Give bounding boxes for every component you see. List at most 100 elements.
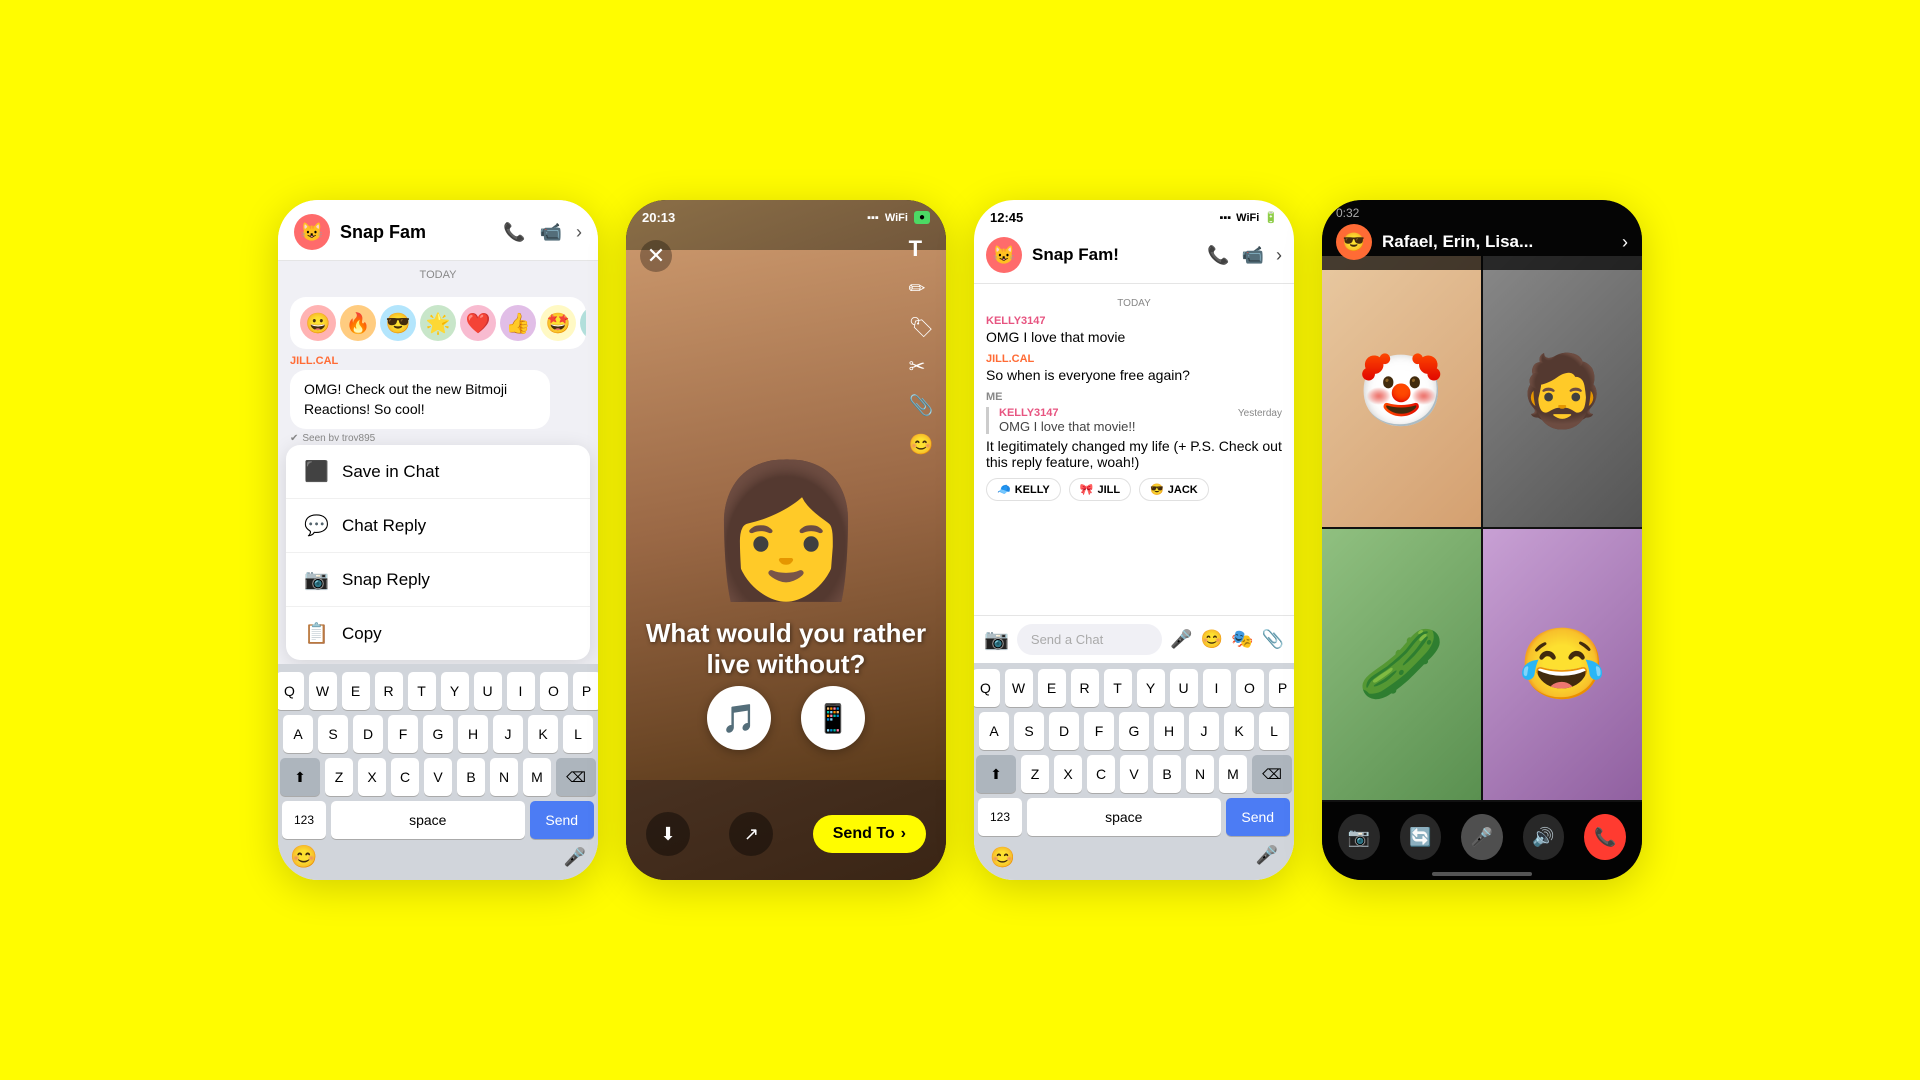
emoji-icon[interactable]: 😊: [290, 844, 317, 870]
mic-icon[interactable]: 🎤: [564, 847, 586, 868]
p3-mic-kbd-icon[interactable]: 🎤: [1256, 845, 1278, 870]
key-v[interactable]: V: [424, 758, 452, 796]
share-button[interactable]: ↗: [729, 812, 773, 856]
p3-key-u[interactable]: U: [1170, 669, 1198, 707]
key-y[interactable]: Y: [441, 672, 469, 710]
key-u[interactable]: U: [474, 672, 502, 710]
key-h[interactable]: H: [458, 715, 488, 753]
download-button[interactable]: ⬇: [646, 812, 690, 856]
p3-key-i[interactable]: I: [1203, 669, 1231, 707]
video-off-button[interactable]: 📷: [1338, 814, 1380, 860]
key-b[interactable]: B: [457, 758, 485, 796]
p3-video-icon[interactable]: 📹: [1242, 245, 1264, 266]
text-tool[interactable]: T: [909, 236, 934, 262]
p3-more-icon[interactable]: ›: [1276, 245, 1282, 266]
key-t[interactable]: T: [408, 672, 436, 710]
p3-key-b[interactable]: B: [1153, 755, 1181, 793]
reaction-jill[interactable]: 🎀 JILL: [1069, 478, 1131, 501]
key-q[interactable]: Q: [278, 672, 304, 710]
p3-key-send[interactable]: Send: [1226, 798, 1291, 836]
choice-phone[interactable]: 📱: [801, 686, 865, 750]
p3-key-z[interactable]: Z: [1021, 755, 1049, 793]
p3-key-g[interactable]: G: [1119, 712, 1149, 750]
p3-mic-icon[interactable]: 🎤: [1170, 629, 1192, 650]
p3-key-c[interactable]: C: [1087, 755, 1115, 793]
p3-key-d[interactable]: D: [1049, 712, 1079, 750]
key-z[interactable]: Z: [325, 758, 353, 796]
sticker-tool[interactable]: 🏷: [909, 315, 934, 340]
p3-key-x[interactable]: X: [1054, 755, 1082, 793]
p3-key-s[interactable]: S: [1014, 712, 1044, 750]
key-send[interactable]: Send: [530, 801, 595, 839]
p3-emoji-icon[interactable]: 😊: [1201, 629, 1223, 650]
p3-input-field[interactable]: Send a Chat: [1017, 624, 1162, 655]
key-123[interactable]: 123: [282, 801, 326, 839]
key-w[interactable]: W: [309, 672, 337, 710]
p3-key-m[interactable]: M: [1219, 755, 1247, 793]
p3-key-h[interactable]: H: [1154, 712, 1184, 750]
key-j[interactable]: J: [493, 715, 523, 753]
key-delete[interactable]: ⌫: [556, 758, 596, 796]
key-x[interactable]: X: [358, 758, 386, 796]
video-icon[interactable]: 📹: [540, 222, 562, 243]
key-e[interactable]: E: [342, 672, 370, 710]
key-a[interactable]: A: [283, 715, 313, 753]
p3-key-p[interactable]: P: [1269, 669, 1295, 707]
key-f[interactable]: F: [388, 715, 418, 753]
key-space[interactable]: space: [331, 801, 525, 839]
key-g[interactable]: G: [423, 715, 453, 753]
key-o[interactable]: O: [540, 672, 568, 710]
clip-tool[interactable]: 📎: [909, 393, 934, 418]
key-l[interactable]: L: [563, 715, 593, 753]
p3-key-r[interactable]: R: [1071, 669, 1099, 707]
key-r[interactable]: R: [375, 672, 403, 710]
p3-key-n[interactable]: N: [1186, 755, 1214, 793]
p3-sticker-icon[interactable]: 🎭: [1231, 629, 1253, 650]
choice-music[interactable]: 🎵: [707, 686, 771, 750]
p3-key-q[interactable]: Q: [974, 669, 1000, 707]
face-tool[interactable]: 😊: [909, 432, 934, 457]
key-i[interactable]: I: [507, 672, 535, 710]
p3-key-k[interactable]: K: [1224, 712, 1254, 750]
p3-key-o[interactable]: O: [1236, 669, 1264, 707]
p3-key-t[interactable]: T: [1104, 669, 1132, 707]
p3-key-y[interactable]: Y: [1137, 669, 1165, 707]
mute-button[interactable]: 🎤: [1461, 814, 1503, 860]
p3-camera-icon[interactable]: 📷: [984, 627, 1009, 652]
copy-item[interactable]: 📋 Copy: [286, 607, 590, 660]
p3-key-e[interactable]: E: [1038, 669, 1066, 707]
save-in-chat-item[interactable]: ⬛ Save in Chat: [286, 445, 590, 499]
p3-emoji-kbd-icon[interactable]: 😊: [990, 845, 1015, 870]
p3-key-j[interactable]: J: [1189, 712, 1219, 750]
p3-phone-icon[interactable]: 📞: [1207, 245, 1229, 266]
key-p[interactable]: P: [573, 672, 599, 710]
more-icon[interactable]: ›: [576, 222, 582, 243]
camera-flip-button[interactable]: 🔄: [1400, 814, 1442, 860]
key-d[interactable]: D: [353, 715, 383, 753]
p3-key-shift[interactable]: ⬆: [976, 755, 1016, 793]
p3-key-123[interactable]: 123: [978, 798, 1022, 836]
p3-paperclip-icon[interactable]: 📎: [1262, 629, 1284, 650]
phone-icon[interactable]: 📞: [503, 222, 525, 243]
p3-key-w[interactable]: W: [1005, 669, 1033, 707]
close-button[interactable]: ✕: [640, 240, 672, 272]
p3-key-f[interactable]: F: [1084, 712, 1114, 750]
p3-key-a[interactable]: A: [979, 712, 1009, 750]
snap-reply-item[interactable]: 📷 Snap Reply: [286, 553, 590, 607]
p3-key-delete[interactable]: ⌫: [1252, 755, 1292, 793]
p3-key-space[interactable]: space: [1027, 798, 1221, 836]
key-shift[interactable]: ⬆: [280, 758, 320, 796]
call-chevron-icon[interactable]: ›: [1622, 232, 1628, 253]
reaction-jack[interactable]: 😎 JACK: [1139, 478, 1209, 501]
chat-reply-item[interactable]: 💬 Chat Reply: [286, 499, 590, 553]
key-k[interactable]: K: [528, 715, 558, 753]
key-c[interactable]: C: [391, 758, 419, 796]
p3-key-l[interactable]: L: [1259, 712, 1289, 750]
send-to-button[interactable]: Send To ›: [813, 815, 926, 853]
p3-key-v[interactable]: V: [1120, 755, 1148, 793]
key-s[interactable]: S: [318, 715, 348, 753]
key-m[interactable]: M: [523, 758, 551, 796]
scissor-tool[interactable]: ✂: [909, 354, 934, 379]
volume-button[interactable]: 🔊: [1523, 814, 1565, 860]
key-n[interactable]: N: [490, 758, 518, 796]
